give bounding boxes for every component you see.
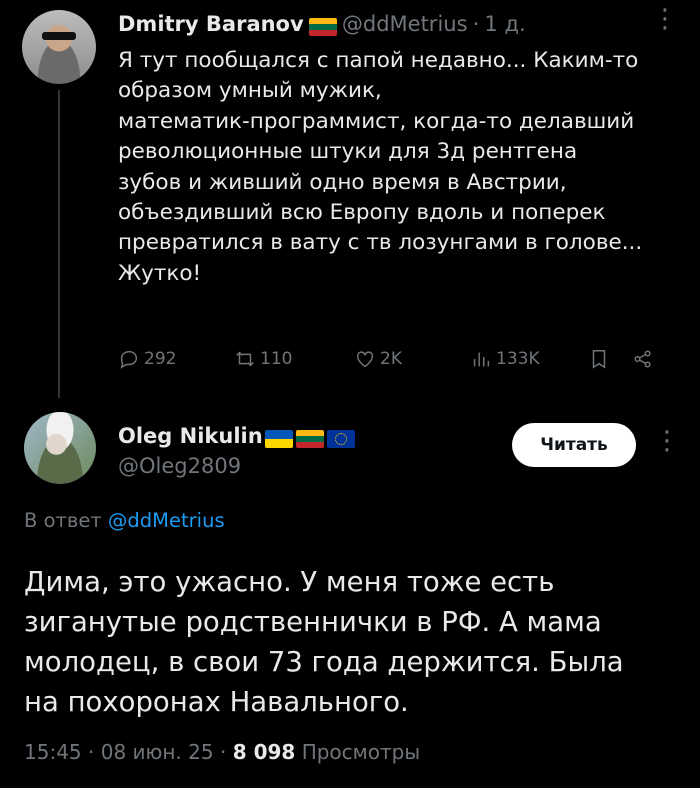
analytics-icon [473, 352, 490, 367]
avatar-oleg[interactable] [24, 412, 96, 484]
reply-to-line: В ответ @ddMetrius [24, 509, 225, 532]
share-icon [634, 350, 651, 368]
reply-count: 292 [144, 349, 177, 369]
reply-icon [120, 350, 138, 369]
heart-icon [356, 351, 374, 368]
post-time[interactable]: 1 д. [484, 12, 525, 36]
like-button[interactable]: 2K [354, 348, 402, 370]
tweet-date[interactable]: 08 июн. 25 [101, 740, 214, 764]
share-button[interactable] [632, 348, 654, 370]
meta-separator: · [88, 740, 95, 764]
follow-button[interactable]: Читать [512, 423, 636, 467]
bookmark-button[interactable] [588, 348, 610, 370]
more-options-icon[interactable]: ⋮ [652, 6, 678, 32]
repost-button[interactable]: 110 [234, 348, 292, 370]
tweet-time[interactable]: 15:45 [24, 740, 82, 764]
reply-handle-link[interactable]: @ddMetrius [108, 509, 225, 532]
meta-separator: · [219, 740, 227, 764]
parent-tweet-text: Я тут пообщался с папой недавно... Каким… [118, 48, 643, 286]
avatar-dmitry[interactable] [22, 10, 96, 84]
views-count: 8 098 [232, 740, 296, 764]
lithuania-flag-icon [308, 17, 337, 36]
eu-flag-icon [326, 429, 355, 448]
repost-icon [236, 351, 254, 367]
views-label: Просмотры [301, 740, 421, 764]
views-button[interactable]: 133K [470, 348, 540, 370]
more-options-icon[interactable]: ⋮ [654, 428, 680, 454]
author-name[interactable]: Dmitry Baranov [118, 12, 304, 36]
views-count: 133K [496, 349, 540, 369]
reply-button[interactable]: 292 [118, 348, 176, 370]
main-tweet-text: Дима, это ужасно. У меня тоже есть зиган… [24, 566, 624, 718]
parent-tweet-actions: 292 110 2K 133K [118, 348, 678, 374]
parent-tweet-header: Dmitry Baranov @ddMetrius · 1 д. [118, 12, 526, 36]
lithuania-flag-icon [295, 429, 324, 448]
separator: · [472, 12, 480, 36]
ukraine-flag-icon [264, 429, 293, 448]
tweet-meta: 15:45 · 08 июн. 25 · 8 098 Просмотры [24, 740, 420, 764]
author-handle[interactable]: @Oleg2809 [118, 454, 241, 478]
repost-count: 110 [260, 349, 293, 369]
like-count: 2K [380, 349, 402, 369]
author-name[interactable]: Oleg Nikulin [118, 424, 263, 448]
bookmark-icon [592, 350, 606, 369]
reply-prefix: В ответ [24, 509, 102, 532]
author-handle[interactable]: @ddMetrius [342, 12, 468, 36]
main-tweet-author: Oleg Nikulin [118, 424, 355, 448]
thread-line [58, 90, 60, 398]
